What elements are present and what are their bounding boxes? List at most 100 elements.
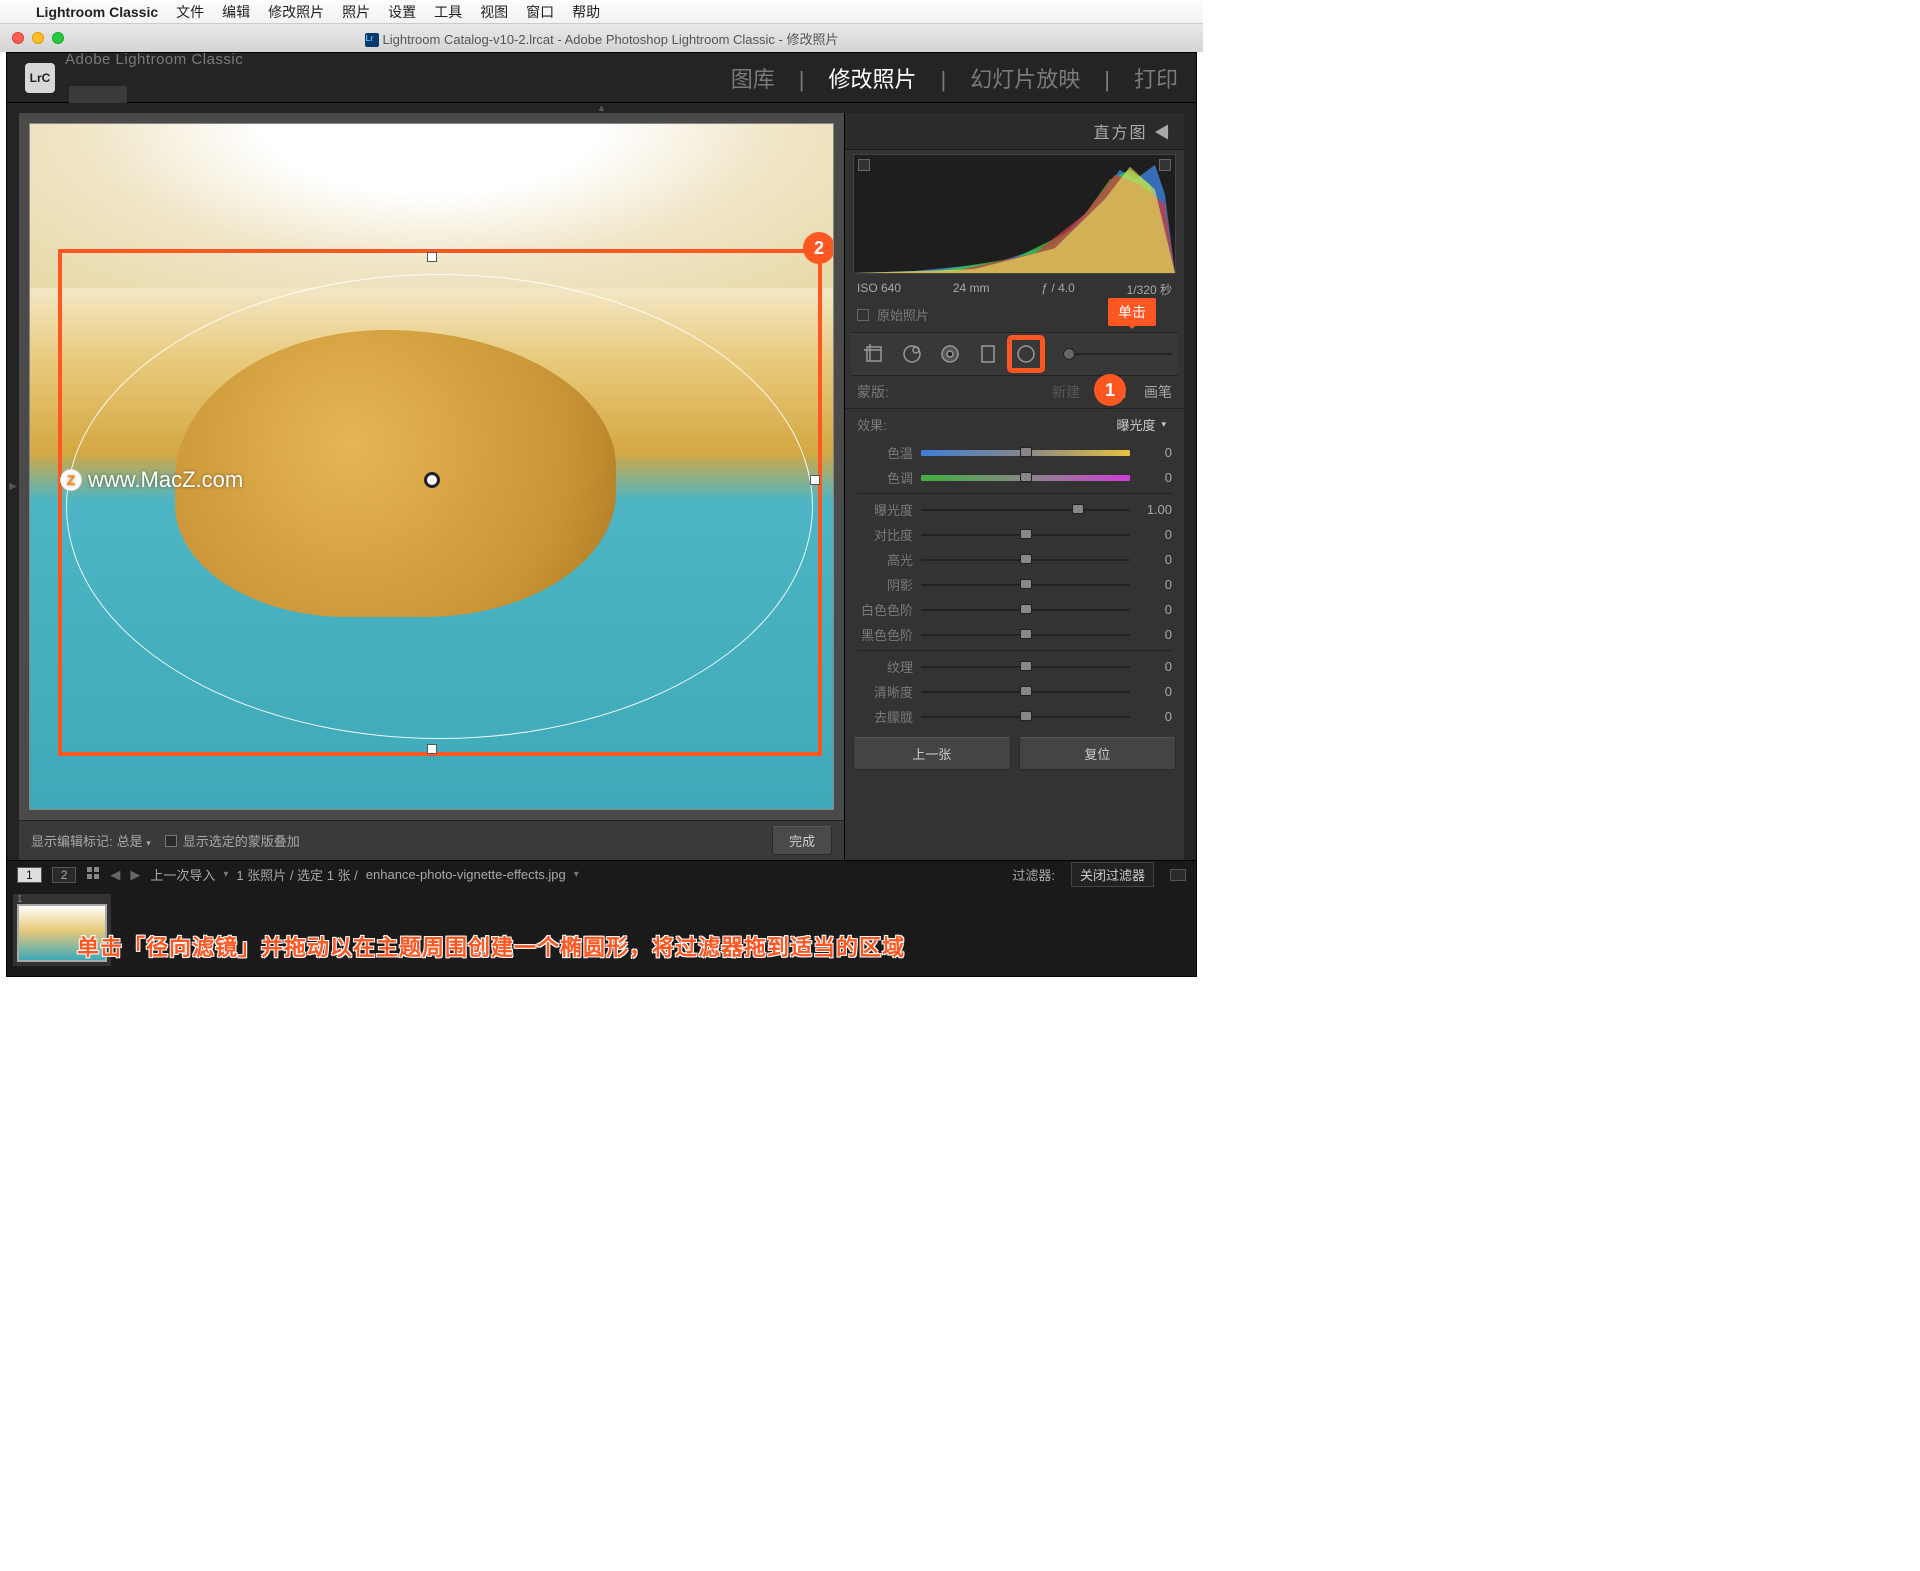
page-2[interactable]: 2	[52, 867, 77, 883]
sliders-group: 色温0色调0曝光度1.00对比度0高光0阴影0白色色阶0黑色色阶0纹理0清晰度0…	[845, 440, 1184, 729]
histogram[interactable]	[853, 154, 1176, 274]
menu-photo[interactable]: 照片	[342, 2, 370, 22]
filmstrip[interactable]: 1 单击「径向滤镜」并拖动以在主题周围创建一个椭圆形，将过滤器拖到适当的区域	[7, 888, 1196, 976]
macos-menubar: Lightroom Classic 文件 编辑 修改照片 照片 设置 工具 视图…	[0, 0, 1203, 24]
mask-brush[interactable]: 画笔	[1144, 382, 1172, 402]
grid-view-icon[interactable]	[86, 866, 100, 883]
secondary-toolbar: 1 2 ◀ ▶ 上一次导入 ▾ 1 张照片 / 选定 1 张 / enhance…	[7, 860, 1196, 888]
show-mask-overlay-checkbox[interactable]	[165, 835, 177, 847]
page-1[interactable]: 1	[17, 867, 42, 883]
slider-label: 去朦胧	[857, 707, 913, 726]
slider-track[interactable]	[921, 506, 1130, 514]
slider-track[interactable]	[921, 474, 1130, 482]
filter-label: 过滤器:	[1012, 865, 1055, 884]
mask-new[interactable]: 新建	[1052, 382, 1080, 402]
slider-track[interactable]	[921, 449, 1130, 457]
effect-select[interactable]: 曝光度▾	[1110, 413, 1172, 436]
slider-temp[interactable]: 色温0	[845, 440, 1184, 465]
radial-filter-pin[interactable]	[424, 472, 440, 488]
crop-tool[interactable]	[857, 337, 891, 371]
slider-dehaze[interactable]: 去朦胧0	[845, 704, 1184, 729]
menu-develop[interactable]: 修改照片	[268, 2, 324, 22]
menu-view[interactable]: 视图	[480, 2, 508, 22]
exif-shutter: 1/320 秒	[1127, 281, 1172, 298]
ellipse-handle-right[interactable]	[810, 475, 820, 485]
show-mask-overlay-label: 显示选定的蒙版叠加	[183, 831, 300, 850]
slider-label: 阴影	[857, 575, 913, 594]
slider-track[interactable]	[921, 631, 1130, 639]
mask-mode-row: 蒙版: 新建 编辑 画笔	[845, 376, 1184, 409]
photo-canvas[interactable]: Z www.MacZ.com 2	[19, 113, 844, 820]
menu-tools[interactable]: 工具	[434, 2, 462, 22]
slider-exp[interactable]: 曝光度1.00	[845, 497, 1184, 522]
module-develop[interactable]: 修改照片	[829, 62, 917, 94]
filter-select[interactable]: 关闭过滤器	[1071, 862, 1154, 887]
module-print[interactable]: 打印	[1134, 62, 1178, 94]
ellipse-handle-top[interactable]	[427, 252, 437, 262]
slider-track[interactable]	[921, 663, 1130, 671]
slider-label: 色温	[857, 443, 913, 462]
slider-highlights[interactable]: 高光0	[845, 547, 1184, 572]
slider-label: 色调	[857, 468, 913, 487]
app-name-label: Adobe Lightroom Classic	[65, 51, 243, 68]
menu-help[interactable]: 帮助	[572, 2, 600, 22]
annotation-badge-2: 2	[803, 232, 834, 264]
slider-shadows[interactable]: 阴影 0	[845, 572, 1184, 597]
tool-amount-slider[interactable]	[1053, 349, 1172, 359]
identity-plate[interactable]	[69, 86, 127, 104]
slider-contrast[interactable]: 对比度0	[845, 522, 1184, 547]
slider-track[interactable]	[921, 713, 1130, 721]
slider-value: 0	[1138, 659, 1172, 674]
menu-window[interactable]: 窗口	[526, 2, 554, 22]
histogram-header[interactable]: 直方图 ◀	[845, 113, 1184, 150]
redeye-tool[interactable]	[933, 337, 967, 371]
menu-settings[interactable]: 设置	[388, 2, 416, 22]
slider-track[interactable]	[921, 688, 1130, 696]
radial-filter-tool[interactable]	[1009, 337, 1043, 371]
slider-value: 0	[1138, 627, 1172, 642]
slider-value: 0	[1138, 577, 1172, 592]
slider-track[interactable]	[921, 556, 1130, 564]
slider-blacks[interactable]: 黑色色阶0	[845, 622, 1184, 647]
edit-marks-select[interactable]: 总是 ▾	[117, 831, 151, 850]
watermark-text: www.MacZ.com	[88, 467, 243, 493]
right-scrollbar[interactable]	[1184, 113, 1196, 860]
slider-tint[interactable]: 色调0	[845, 465, 1184, 490]
slider-clarity[interactable]: 清晰度0	[845, 679, 1184, 704]
menubar-appname[interactable]: Lightroom Classic	[36, 4, 158, 20]
slider-value: 0	[1138, 527, 1172, 542]
slider-track[interactable]	[921, 606, 1130, 614]
done-button[interactable]: 完成	[772, 826, 832, 855]
module-library[interactable]: 图库	[731, 62, 775, 94]
histogram-svg	[854, 155, 1175, 273]
graduated-filter-tool[interactable]	[971, 337, 1005, 371]
slider-whites[interactable]: 白色色阶0	[845, 597, 1184, 622]
previous-button[interactable]: 上一张	[853, 737, 1011, 770]
menu-edit[interactable]: 编辑	[222, 2, 250, 22]
nav-next-icon[interactable]: ▶	[130, 867, 140, 883]
top-panel-toggle[interactable]: ▲	[7, 103, 1196, 113]
shadow-clip-indicator[interactable]	[858, 159, 870, 171]
slider-texture[interactable]: 纹理0	[845, 654, 1184, 679]
tutorial-caption: 单击「径向滤镜」并拖动以在主题周围创建一个椭圆形，将过滤器拖到适当的区域	[77, 930, 1076, 962]
checkbox-icon[interactable]	[857, 309, 869, 321]
identity-plate-row: LrC Adobe Lightroom Classic 图库 | 修改照片 | …	[7, 53, 1196, 103]
spot-tool[interactable]	[895, 337, 929, 371]
slider-track[interactable]	[921, 531, 1130, 539]
ellipse-handle-bottom[interactable]	[427, 744, 437, 754]
left-panel-toggle[interactable]: ▶	[7, 113, 19, 860]
slider-label: 清晰度	[857, 682, 913, 701]
reset-button[interactable]: 复位	[1019, 737, 1177, 770]
filter-lock-icon[interactable]	[1170, 869, 1186, 881]
radial-filter-ellipse[interactable]	[66, 274, 813, 739]
window-titlebar: Lightroom Catalog-v10-2.lrcat - Adobe Ph…	[0, 24, 1203, 52]
prev-reset-row: 上一张 复位	[845, 729, 1184, 778]
highlight-clip-indicator[interactable]	[1159, 159, 1171, 171]
crumb-import[interactable]: 上一次导入	[150, 865, 215, 884]
menu-file[interactable]: 文件	[176, 2, 204, 22]
app-window: LrC Adobe Lightroom Classic 图库 | 修改照片 | …	[6, 52, 1197, 977]
slider-track[interactable]	[921, 581, 1130, 589]
photo-preview[interactable]: Z www.MacZ.com 2	[29, 123, 834, 810]
nav-prev-icon[interactable]: ◀	[110, 867, 120, 883]
module-slideshow[interactable]: 幻灯片放映	[970, 62, 1080, 94]
